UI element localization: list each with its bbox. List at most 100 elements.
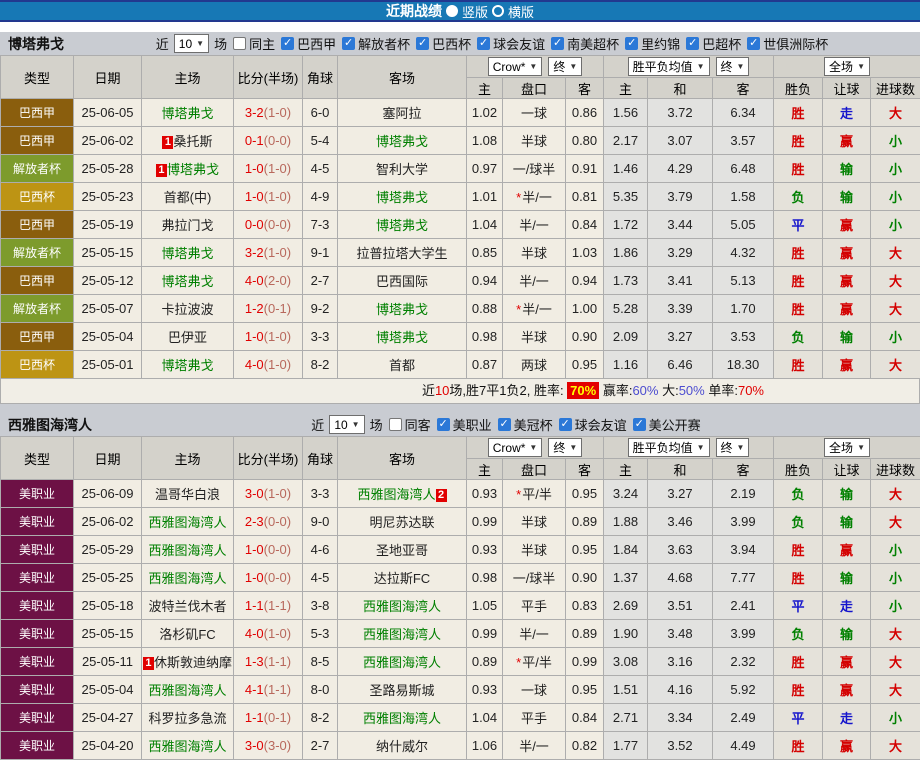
checkbox-checked-icon[interactable]: ✓ xyxy=(559,418,572,431)
league-filter-checkbox[interactable]: ✓南美超杯 xyxy=(551,34,621,53)
odds-away-cell: 0.94 xyxy=(566,267,604,295)
avg-stage-select[interactable]: 终▼ xyxy=(716,438,750,457)
radio-horizontal-label: 横版 xyxy=(508,2,534,21)
team-link[interactable]: 温哥华白浪 xyxy=(155,487,220,502)
goals-result-cell: 小 xyxy=(871,211,920,239)
team-link[interactable]: 博塔弗戈 xyxy=(376,218,428,233)
team-cell: 巴西国际 xyxy=(338,267,467,295)
team-link[interactable]: 西雅图海湾人 xyxy=(363,599,441,614)
league-filter-checkbox[interactable]: ✓美冠杯 xyxy=(498,415,555,434)
same-venue-checkbox[interactable]: 同主 xyxy=(233,34,277,53)
league-filter-checkbox[interactable]: ✓里约锦 xyxy=(625,34,682,53)
half-score: (1-0) xyxy=(264,189,291,204)
layout-radio-vertical[interactable]: 竖版 xyxy=(446,2,488,21)
checkbox-checked-icon[interactable]: ✓ xyxy=(498,418,511,431)
team-link[interactable]: 博塔弗戈 xyxy=(376,190,428,205)
team-link[interactable]: 卡拉波波 xyxy=(161,302,213,317)
team-link[interactable]: 西雅图海湾人 xyxy=(148,543,226,558)
team-link[interactable]: 洛杉矶FC xyxy=(159,627,215,642)
checkbox-unchecked-icon[interactable] xyxy=(233,37,246,50)
team-link[interactable]: 首都 xyxy=(389,358,415,373)
avg-win-cell: 1.73 xyxy=(604,267,648,295)
header-result-handicap: 让球 xyxy=(823,78,871,99)
avg-type-select[interactable]: 胜平负均值▼ xyxy=(628,57,710,76)
league-filter-checkbox[interactable]: ✓巴超杯 xyxy=(686,34,743,53)
team-link[interactable]: 博塔弗戈 xyxy=(376,330,428,345)
team-link[interactable]: 西雅图海湾人 xyxy=(148,739,226,754)
league-filter-checkbox[interactable]: ✓球会友谊 xyxy=(559,415,629,434)
score-cell: 3-2(1-0) xyxy=(234,239,303,267)
team-link[interactable]: 圣地亚哥 xyxy=(376,543,428,558)
radio-unselected-icon[interactable] xyxy=(492,5,504,17)
team-link[interactable]: 拉普拉塔大学生 xyxy=(356,246,447,261)
odds-stage-select[interactable]: 终▼ xyxy=(548,57,582,76)
checkbox-checked-icon[interactable]: ✓ xyxy=(686,37,699,50)
team-link[interactable]: 西雅图海湾人 xyxy=(148,515,226,530)
team-link[interactable]: 博塔弗戈 xyxy=(161,106,213,121)
games-count-select[interactable]: 10▼ xyxy=(329,415,364,434)
team-link[interactable]: 西雅图海湾人 xyxy=(148,571,226,586)
checkbox-checked-icon[interactable]: ✓ xyxy=(633,418,646,431)
odds-company-select[interactable]: Crow*▼ xyxy=(488,57,543,76)
team-link[interactable]: 明尼苏达联 xyxy=(369,515,434,530)
team-link[interactable]: 桑托斯 xyxy=(173,134,212,149)
team-link[interactable]: 塞阿拉 xyxy=(382,106,421,121)
league-filter-checkbox[interactable]: ✓美公开赛 xyxy=(633,415,703,434)
team-link[interactable]: 博塔弗戈 xyxy=(167,162,219,177)
same-venue-checkbox[interactable]: 同客 xyxy=(389,415,433,434)
avg-type-select[interactable]: 胜平负均值▼ xyxy=(628,438,710,457)
team-cell: 科罗拉多急流 xyxy=(142,704,234,732)
odds-company-select[interactable]: Crow*▼ xyxy=(488,438,543,457)
team-link[interactable]: 圣路易斯城 xyxy=(369,683,434,698)
checkbox-checked-icon[interactable]: ✓ xyxy=(416,37,429,50)
team-link[interactable]: 巴西国际 xyxy=(376,274,428,289)
league-filter-checkbox[interactable]: ✓解放者杯 xyxy=(342,34,412,53)
league-filter-checkbox[interactable]: ✓巴西杯 xyxy=(416,34,473,53)
layout-radio-horizontal[interactable]: 横版 xyxy=(492,2,534,21)
odds-home-cell: 0.93 xyxy=(467,536,503,564)
team-cell: 波特兰伐木者 xyxy=(142,592,234,620)
team-link[interactable]: 纳什威尔 xyxy=(376,739,428,754)
team-link[interactable]: 博塔弗戈 xyxy=(376,302,428,317)
league-filter-checkbox[interactable]: ✓球会友谊 xyxy=(477,34,547,53)
checkbox-checked-icon[interactable]: ✓ xyxy=(477,37,490,50)
half-score: (0-0) xyxy=(264,570,291,585)
team-link[interactable]: 巴伊亚 xyxy=(168,330,207,345)
team-link[interactable]: 西雅图海湾人 xyxy=(148,683,226,698)
team-link[interactable]: 智利大学 xyxy=(376,162,428,177)
half-score: (0-0) xyxy=(264,133,291,148)
radio-selected-icon[interactable] xyxy=(446,5,458,17)
team-link[interactable]: 博塔弗戈 xyxy=(161,358,213,373)
checkbox-unchecked-icon[interactable] xyxy=(389,418,402,431)
team-link[interactable]: 休斯敦迪纳摩 xyxy=(154,655,232,670)
team-link[interactable]: 弗拉门戈 xyxy=(161,218,213,233)
corner-cell: 2-7 xyxy=(303,732,338,760)
checkbox-checked-icon[interactable]: ✓ xyxy=(747,37,760,50)
checkbox-checked-icon[interactable]: ✓ xyxy=(551,37,564,50)
team-link[interactable]: 西雅图海湾人 xyxy=(363,627,441,642)
team-link[interactable]: 波特兰伐木者 xyxy=(148,599,226,614)
team-link[interactable]: 博塔弗戈 xyxy=(161,246,213,261)
league-filter-checkbox[interactable]: ✓世俱洲际杯 xyxy=(747,34,830,53)
team-link[interactable]: 西雅图海湾人 xyxy=(357,487,435,502)
scope-select[interactable]: 全场▼ xyxy=(824,57,870,76)
team-link[interactable]: 西雅图海湾人 xyxy=(363,655,441,670)
team-link[interactable]: 达拉斯FC xyxy=(374,571,430,586)
checkbox-checked-icon[interactable]: ✓ xyxy=(342,37,355,50)
avg-stage-select[interactable]: 终▼ xyxy=(716,57,750,76)
team-link[interactable]: 西雅图海湾人 xyxy=(363,711,441,726)
team-link[interactable]: 博塔弗戈 xyxy=(376,134,428,149)
corner-cell: 6-0 xyxy=(303,99,338,127)
scope-select[interactable]: 全场▼ xyxy=(824,438,870,457)
checkbox-checked-icon[interactable]: ✓ xyxy=(437,418,450,431)
team-link[interactable]: 博塔弗戈 xyxy=(161,274,213,289)
checkbox-checked-icon[interactable]: ✓ xyxy=(281,37,294,50)
checkbox-checked-icon[interactable]: ✓ xyxy=(625,37,638,50)
odds-stage-select[interactable]: 终▼ xyxy=(548,438,582,457)
league-filter-checkbox[interactable]: ✓巴西甲 xyxy=(281,34,338,53)
games-count-select[interactable]: 10▼ xyxy=(174,34,209,53)
team-link[interactable]: 科罗拉多急流 xyxy=(148,711,226,726)
league-filter-checkbox[interactable]: ✓美职业 xyxy=(437,415,494,434)
team-link[interactable]: 首都(中) xyxy=(164,190,212,205)
near-label: 近 xyxy=(311,415,324,434)
